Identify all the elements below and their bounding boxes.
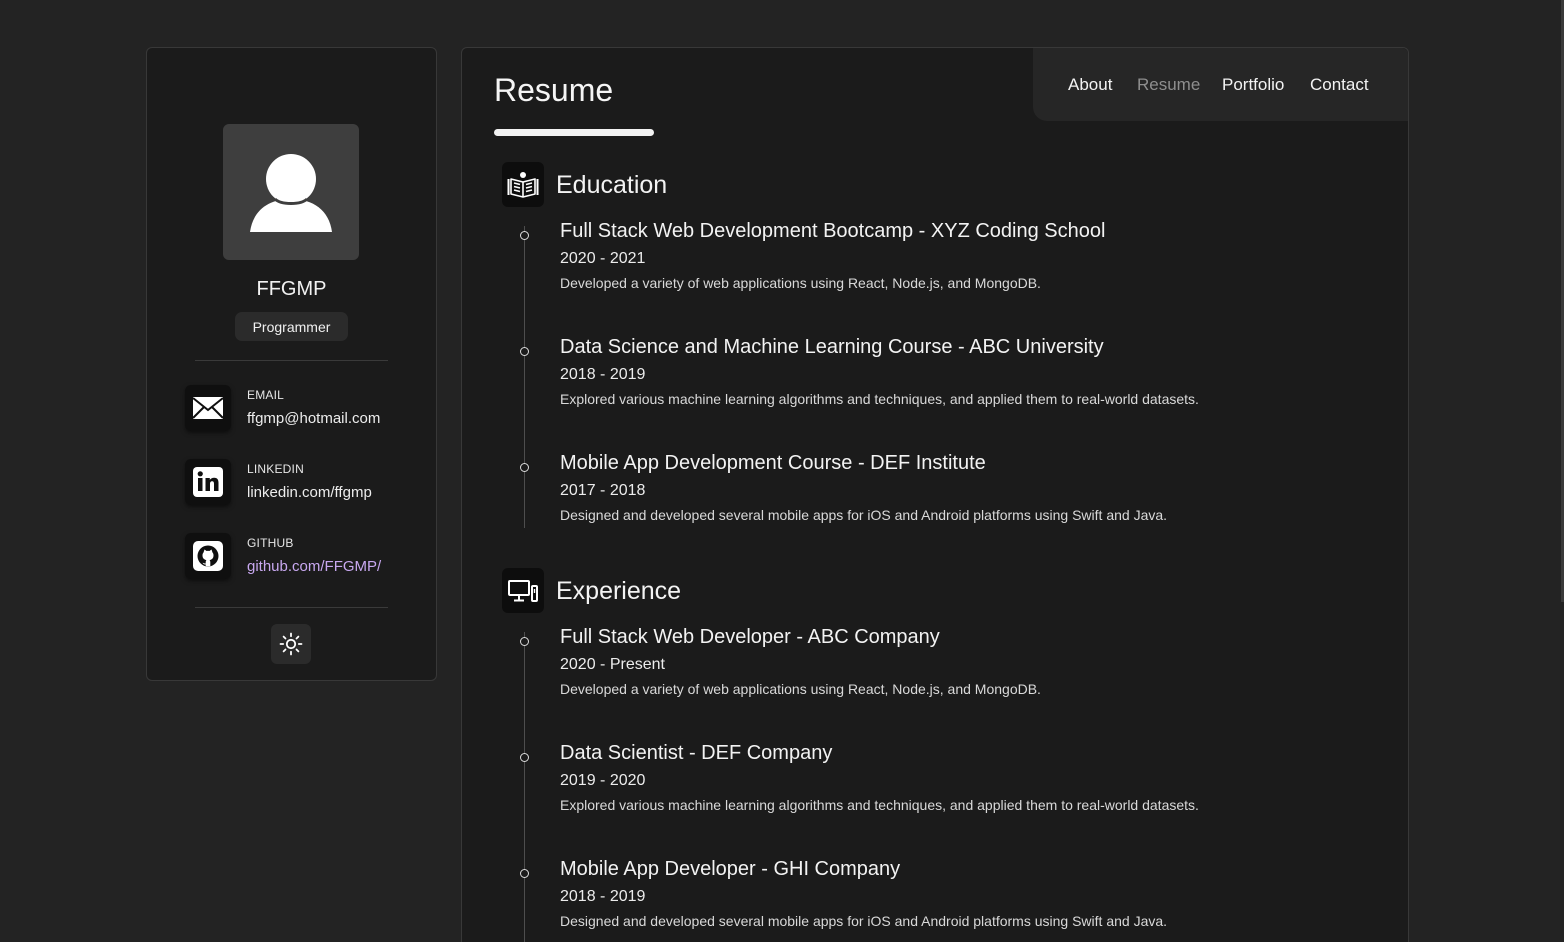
linkedin-icon [185, 459, 231, 505]
nav-resume[interactable]: Resume [1137, 75, 1200, 95]
contact-email: EMAIL ffgmp@hotmail.com [185, 385, 425, 433]
contact-label: LINKEDIN [247, 462, 304, 476]
divider [195, 360, 388, 361]
mail-icon [185, 385, 231, 431]
title-underline [494, 129, 654, 136]
contact-label: GITHUB [247, 536, 294, 550]
user-icon [250, 154, 332, 232]
nav-about[interactable]: About [1068, 75, 1112, 95]
nav-contact[interactable]: Contact [1310, 75, 1369, 95]
devices-icon [502, 568, 544, 613]
profile-role-badge: Programmer [235, 312, 348, 341]
contact-github: GITHUB github.com/FFGMP/ [185, 533, 425, 581]
entry-date: 2020 - 2021 [560, 250, 646, 267]
education-timeline-line [524, 226, 525, 528]
divider [195, 607, 388, 608]
entry-title: Mobile App Developer - GHI Company [560, 858, 901, 880]
github-link[interactable]: github.com/FFGMP/ [247, 558, 381, 575]
entry-description: Developed a variety of web applications … [560, 275, 1041, 291]
experience-timeline-line [524, 632, 525, 942]
nav-portfolio[interactable]: Portfolio [1222, 75, 1284, 95]
entry-title: Full Stack Web Development Bootcamp - XY… [560, 220, 1106, 242]
avatar [223, 124, 359, 260]
entry-title: Full Stack Web Developer - ABC Company [560, 626, 940, 648]
entry-description: Developed a variety of web applications … [560, 681, 1041, 697]
timeline-dot [520, 231, 529, 240]
profile-name: FFGMP [256, 278, 327, 300]
github-icon [185, 533, 231, 579]
entry-title: Data Scientist - DEF Company [560, 742, 833, 764]
experience-title: Experience [556, 577, 682, 605]
entry-description: Explored various machine learning algori… [560, 391, 1199, 407]
top-navbar: About Resume Portfolio Contact [1033, 48, 1408, 121]
entry-title: Data Science and Machine Learning Course… [560, 336, 1104, 358]
entry-date: 2018 - 2019 [560, 366, 646, 383]
sun-icon [279, 632, 303, 656]
entry-description: Designed and developed several mobile ap… [560, 507, 1168, 523]
timeline-dot [520, 463, 529, 472]
entry-date: 2020 - Present [560, 656, 665, 673]
entry-date: 2019 - 2020 [560, 772, 646, 789]
linkedin-value[interactable]: linkedin.com/ffgmp [247, 484, 372, 501]
entry-title: Mobile App Development Course - DEF Inst… [560, 452, 986, 474]
entry-date: 2018 - 2019 [560, 888, 646, 905]
timeline-dot [520, 347, 529, 356]
entry-description: Designed and developed several mobile ap… [560, 913, 1168, 929]
profile-sidebar: FFGMP Programmer EMAIL ffgmp@hotmail.com… [146, 47, 437, 681]
entry-date: 2017 - 2018 [560, 482, 646, 499]
education-title: Education [556, 171, 668, 199]
contact-linkedin: LINKEDIN linkedin.com/ffgmp [185, 459, 425, 507]
page-title: Resume [494, 72, 614, 108]
book-reader-icon [502, 162, 544, 207]
resume-panel: About Resume Portfolio Contact Resume Ed… [461, 47, 1409, 942]
timeline-dot [520, 753, 529, 762]
email-value[interactable]: ffgmp@hotmail.com [247, 410, 380, 427]
timeline-dot [520, 637, 529, 646]
timeline-dot [520, 869, 529, 878]
contact-label: EMAIL [247, 388, 285, 402]
entry-description: Explored various machine learning algori… [560, 797, 1199, 813]
theme-toggle-button[interactable] [271, 624, 311, 664]
